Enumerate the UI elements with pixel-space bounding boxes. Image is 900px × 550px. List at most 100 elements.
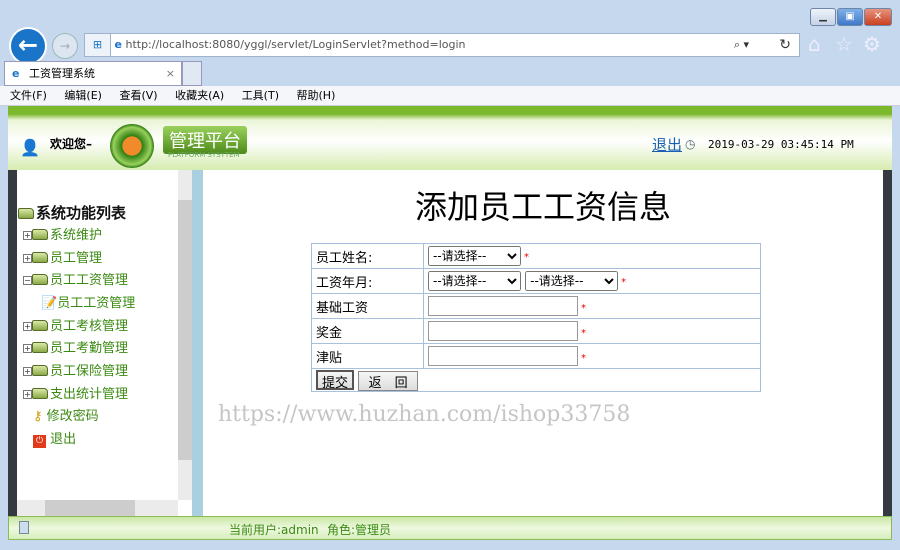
- current-user: 当前用户:admin: [229, 523, 319, 537]
- header-banner: 👤 欢迎您– 管理平台 PLATFORM SYSYTEM 退出 ◷ 2019-0…: [8, 106, 892, 170]
- allowance-label: 津贴: [311, 343, 424, 369]
- required-mark: *: [581, 352, 586, 364]
- settings-icon[interactable]: ⚙: [863, 32, 881, 56]
- sidebar-item-salary-child[interactable]: 📝员工工资管理: [41, 292, 135, 311]
- edit-icon: 📝: [41, 296, 58, 311]
- sidebar-item-salary[interactable]: − 员工工资管理: [23, 269, 128, 288]
- frame-divider[interactable]: [192, 170, 203, 516]
- user-icon: 👤: [20, 138, 40, 157]
- favorites-icon[interactable]: ☆: [835, 32, 853, 56]
- td-element: *: [423, 343, 761, 369]
- status-footer: 当前用户:admin 角色:管理员: [8, 516, 892, 540]
- maximize-button[interactable]: ▣: [837, 8, 863, 26]
- calculator-icon: [19, 521, 29, 534]
- required-mark: *: [524, 252, 529, 263]
- refresh-icon[interactable]: ↻: [779, 34, 791, 56]
- sidebar-item-expense[interactable]: + 支出统计管理: [23, 383, 128, 402]
- bonus-input[interactable]: [428, 321, 578, 341]
- sidebar-item-system[interactable]: + 系统维护: [23, 224, 102, 243]
- tab-close-icon[interactable]: ×: [166, 62, 175, 85]
- page-title: 添加员工工资信息: [414, 188, 671, 226]
- logo-subtitle: PLATFORM SYSYTEM: [168, 151, 240, 159]
- expand-icon: +: [23, 254, 32, 263]
- menu-file[interactable]: 文件(F): [10, 89, 47, 102]
- name-label: 员工姓名:: [311, 243, 424, 269]
- span-element: 员工考核管理: [50, 319, 129, 334]
- clock-icon: ◷: [685, 137, 696, 151]
- horizontal-scrollbar[interactable]: [17, 500, 178, 516]
- sidebar-title: 系统功能列表: [18, 202, 126, 223]
- home-icon[interactable]: ⌂: [808, 32, 821, 56]
- new-tab-button[interactable]: [182, 61, 202, 86]
- span-element: 员工考勤管理: [50, 341, 129, 356]
- sidebar-item-password[interactable]: ⚷ 修改密码: [33, 405, 99, 424]
- td-element: *: [423, 293, 761, 319]
- datetime: 2019-03-29 03:45:14 PM: [708, 138, 854, 151]
- bonus-label: 奖金: [311, 318, 424, 344]
- sidebar-item-attendance[interactable]: + 员工考勤管理: [23, 337, 128, 356]
- address-bar[interactable]: ⊞ e http://localhost:8080/yggl/servlet/L…: [84, 33, 800, 57]
- tr-element: 奖金 *: [311, 318, 761, 344]
- menu-view[interactable]: 查看(V): [119, 89, 157, 102]
- sidebar: 系统功能列表 + 系统维护 + 员工管理 − 员工工资管理 📝员工工资管理 + 员工考核…: [8, 170, 203, 516]
- span-element: 员工工资管理: [57, 296, 136, 311]
- current-role: 角色:管理员: [327, 523, 392, 537]
- sidebar-item-insurance[interactable]: + 员工保险管理: [23, 360, 128, 379]
- span-element: 修改密码: [46, 409, 99, 424]
- span-element: 退出: [50, 432, 77, 447]
- div-element: [178, 200, 193, 460]
- employee-select[interactable]: --请选择--: [428, 246, 521, 266]
- expand-icon: +: [23, 231, 32, 240]
- year-select[interactable]: --请选择--: [428, 271, 521, 291]
- span-element: 系统维护: [50, 228, 103, 243]
- tbody-element: 员工姓名: --请选择-- * 工资年月: --请选择-- --请选择-- * 基础…: [311, 243, 761, 392]
- logo-icon: [110, 124, 154, 168]
- sidebar-item-assessment[interactable]: + 员工考核管理: [23, 315, 128, 334]
- watermark: https://www.huzhan.com/ishop33758: [218, 402, 631, 427]
- tab-title: 工资管理系统: [29, 67, 95, 80]
- minimize-button[interactable]: ▁: [810, 8, 836, 26]
- menu-edit[interactable]: 编辑(E): [64, 89, 102, 102]
- base-salary-label: 基础工资: [311, 293, 424, 319]
- expand-icon: +: [23, 367, 32, 376]
- shield-icon[interactable]: ⊞: [85, 34, 111, 56]
- salary-form: 员工姓名: --请选择-- * 工资年月: --请选择-- --请选择-- * 基础…: [311, 243, 761, 392]
- td-element: --请选择-- *: [423, 243, 761, 269]
- tr-element: 员工姓名: --请选择-- *: [311, 243, 761, 269]
- span-element: 支出统计管理: [50, 387, 129, 402]
- close-button[interactable]: ✕: [864, 8, 892, 26]
- collapse-icon: −: [23, 276, 32, 285]
- sidebar-item-employee[interactable]: + 员工管理: [23, 247, 102, 266]
- back-button-form[interactable]: 返 回: [358, 370, 419, 391]
- sidebar-item-exit[interactable]: ⏻ 退出: [33, 428, 76, 448]
- menu-help[interactable]: 帮助(H): [297, 89, 336, 102]
- expand-icon: +: [23, 322, 32, 331]
- browser-tab[interactable]: e 工资管理系统 ×: [4, 61, 182, 86]
- month-select[interactable]: --请选择--: [525, 271, 619, 291]
- base-salary-input[interactable]: [428, 296, 578, 316]
- allowance-input[interactable]: [428, 346, 578, 366]
- expand-icon: +: [23, 344, 32, 353]
- td-element: --请选择-- --请选择-- *: [423, 268, 761, 294]
- logo-title: 管理平台: [163, 126, 247, 154]
- logout-link[interactable]: 退出: [652, 134, 682, 155]
- span-element: 员工工资管理: [50, 273, 129, 288]
- folder-icon: [32, 342, 48, 353]
- ie-icon: e: [114, 38, 122, 51]
- search-icon[interactable]: ⌕ ▾: [734, 34, 749, 56]
- td-element: *: [423, 318, 761, 344]
- menu-tools[interactable]: 工具(T): [242, 89, 279, 102]
- forward-button[interactable]: →: [52, 33, 78, 59]
- expand-icon: +: [23, 390, 32, 399]
- menu-bar: 文件(F) 编辑(E) 查看(V) 收藏夹(A) 工具(T) 帮助(H): [0, 86, 900, 106]
- back-button[interactable]: ←: [9, 27, 47, 65]
- submit-button[interactable]: 提交: [316, 369, 355, 391]
- required-mark: *: [581, 302, 586, 314]
- menu-favorites[interactable]: 收藏夹(A): [175, 89, 224, 102]
- div-element: [45, 500, 135, 516]
- folder-icon: [32, 388, 48, 399]
- url-text[interactable]: http://localhost:8080/yggl/servlet/Login…: [125, 38, 465, 51]
- folder-icon: [18, 208, 34, 219]
- vertical-scrollbar[interactable]: [178, 170, 193, 500]
- folder-icon: [32, 252, 48, 263]
